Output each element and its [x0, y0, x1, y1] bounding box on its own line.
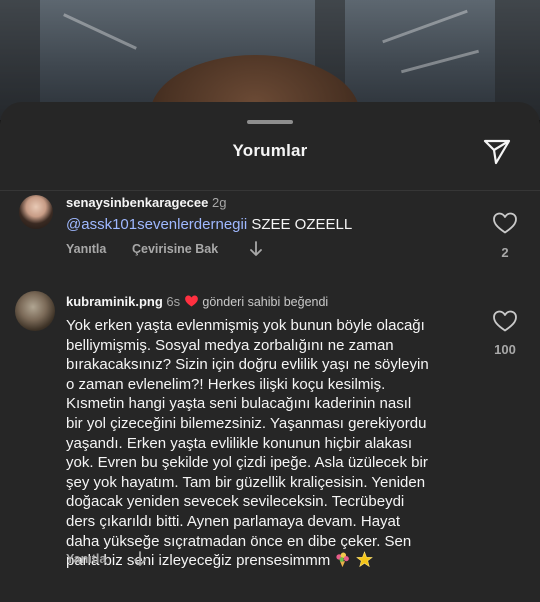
comment-line: Yok erken yaşta evlenmişmiş yok bunun bö… [66, 317, 425, 334]
comment-line: Kısmetin hangi yaşta seni bulacağını kad… [66, 395, 412, 413]
comment-line: ders çıkarıldı bitti. Aynen parlamaya de… [66, 512, 401, 530]
like-count: 100 [494, 342, 516, 357]
drag-handle[interactable] [247, 120, 293, 124]
comment-line: daha yükseğe sıçratmadan önce en dibe çe… [66, 532, 412, 550]
comment-line: doğacak yeniden sevecek sevileceksin. Te… [66, 493, 405, 511]
comment-line-last: parla biz seni izleyeceğiz prensesimmm [66, 551, 486, 571]
comment-body: SZEE OZEELL [247, 216, 353, 233]
arrow-down-icon[interactable] [249, 241, 263, 257]
comment-header: senaysinbenkaragecee 2g [66, 195, 226, 210]
comment-line: şey yok hayatım. Tam bir güzellik kraliç… [66, 473, 426, 491]
comment-header: kubraminik.png 6s gönderi sahibi beğendi [66, 294, 328, 309]
comment-text: Yok erken yaşta evlenmişmiş yok bunun bö… [66, 316, 486, 571]
username[interactable]: kubraminik.png [66, 294, 163, 309]
timestamp: 6s [166, 294, 181, 309]
sheet-title: Yorumlar [232, 141, 308, 160]
comment-line: o zaman evlenelim?! Herkes ilişki koçu k… [66, 375, 386, 393]
bouquet-emoji [336, 552, 350, 568]
reply-button[interactable]: Yanıtla [66, 552, 106, 566]
mention-link[interactable]: @assk101sevenlerdernegii [66, 216, 247, 233]
liked-by-author-label: gönderi sahibi beğendi [202, 295, 329, 309]
send-icon[interactable] [482, 136, 512, 166]
reply-button[interactable]: Yanıtla [66, 242, 106, 256]
arrow-down-icon[interactable] [133, 551, 147, 567]
comment-text: @assk101sevenlerdernegii SZEE OZEELL [66, 215, 352, 235]
timestamp: 2g [212, 195, 227, 210]
username[interactable]: senaysinbenkaragecee [66, 195, 208, 210]
avatar[interactable] [19, 195, 53, 229]
sheet-divider [0, 190, 540, 191]
comment-line: yok. Evren bu şekilde yol çizdi ipeğe. A… [66, 454, 428, 472]
comment-line: yaşandı. Erken yaşta evlilikle konunun h… [66, 434, 413, 452]
red-heart-icon [184, 295, 198, 307]
comment-line: bir yol çizeceğini bilemezsiniz. Yaşanma… [66, 414, 427, 432]
heart-icon[interactable] [492, 211, 518, 235]
comment-line: bırakacaksınız? Sizin için doğru evlilik… [66, 356, 429, 374]
avatar[interactable] [15, 291, 55, 331]
translate-button[interactable]: Çevirisine Bak [132, 242, 218, 256]
comment-line: belliymişmiş. Sosyal medya zorbalığını n… [66, 336, 394, 354]
like-count: 2 [501, 245, 509, 260]
heart-icon[interactable] [492, 309, 518, 333]
sparkle-star-emoji [355, 551, 373, 568]
